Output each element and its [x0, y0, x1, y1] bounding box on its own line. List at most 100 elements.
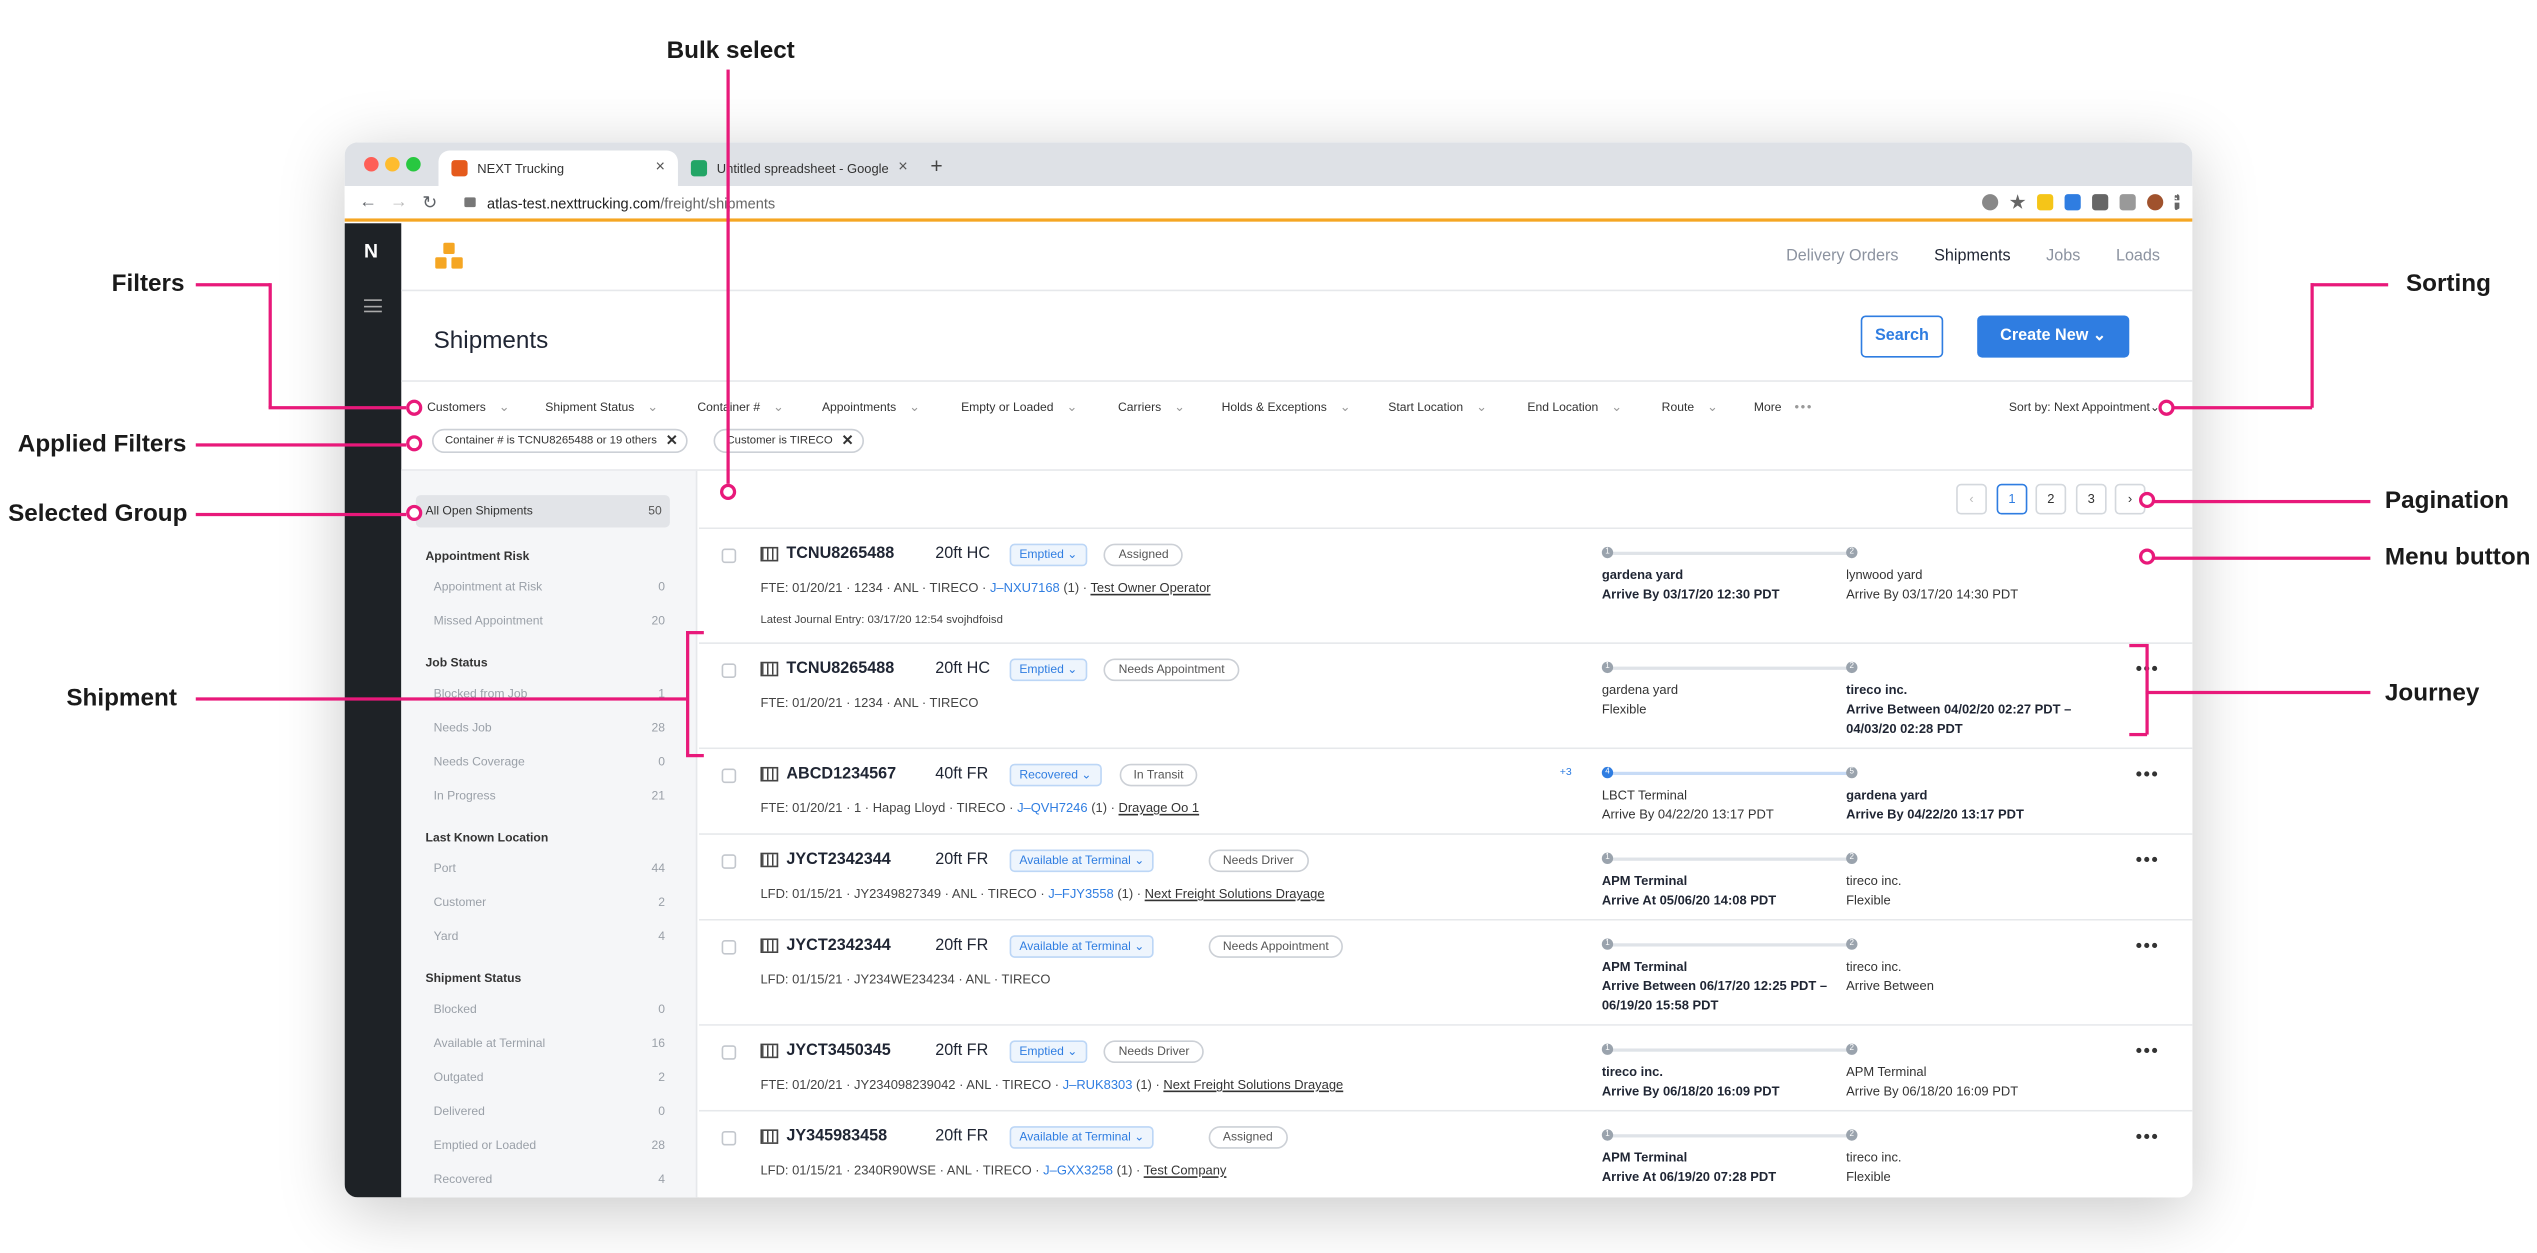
- filter-end-location[interactable]: End Location ⌄: [1527, 400, 1622, 415]
- filter-carriers[interactable]: Carriers ⌄: [1118, 400, 1185, 415]
- puzzle-icon[interactable]: [2092, 194, 2109, 211]
- browser-menu-icon[interactable]: [2174, 194, 2180, 211]
- row-menu-button[interactable]: •••: [2136, 765, 2160, 784]
- row-checkbox[interactable]: [721, 1045, 737, 1060]
- next-logo[interactable]: N: [364, 239, 378, 262]
- key-icon[interactable]: [1982, 194, 1999, 211]
- group-item[interactable]: Needs Job 28: [434, 720, 665, 735]
- search-button[interactable]: Search: [1860, 315, 1944, 358]
- create-new-button[interactable]: Create New ⌄: [1977, 315, 2130, 358]
- carrier-link[interactable]: Drayage Oo 1: [1119, 801, 1200, 816]
- nav-loads[interactable]: Loads: [2116, 248, 2160, 266]
- filter-more[interactable]: More •••: [1754, 400, 1813, 415]
- page-1-button[interactable]: 1: [1996, 483, 2028, 515]
- page-2-button[interactable]: 2: [2035, 483, 2067, 515]
- profile-avatar[interactable]: [2147, 194, 2164, 211]
- shipment-row[interactable]: JYCT2342344 20ft FR Available at Terminal …: [698, 920, 2193, 1026]
- group-item[interactable]: Recovered 4: [434, 1171, 665, 1186]
- job-link[interactable]: J–FJY3558: [1048, 887, 1113, 902]
- carrier-link[interactable]: Test Company: [1144, 1163, 1227, 1178]
- meta-text: LFD: 01/15/21 · JY234WE234234 · ANL · TI…: [760, 972, 1051, 987]
- remove-filter-icon[interactable]: ✕: [666, 430, 678, 451]
- shipment-row[interactable]: TCNU8265488 20ft HC Emptied ⌄ Assigned FTE: …: [698, 529, 2193, 644]
- shipment-row[interactable]: JY345983458 20ft FR Available at Terminal …: [698, 1111, 2193, 1198]
- filter-holds-exceptions[interactable]: Holds & Exceptions ⌄: [1222, 400, 1351, 415]
- job-link[interactable]: J–RUK8303: [1063, 1078, 1133, 1093]
- extension-yellow-icon[interactable]: [2037, 194, 2054, 211]
- job-link[interactable]: J–GXX3258: [1043, 1163, 1113, 1178]
- shipment-row[interactable]: TCNU8265488 20ft HC Emptied ⌄ Needs Appoint…: [698, 643, 2193, 750]
- extension-blue-icon[interactable]: [2064, 194, 2081, 211]
- nav-jobs[interactable]: Jobs: [2046, 248, 2080, 266]
- group-item[interactable]: Customer 2: [434, 895, 665, 910]
- group-item[interactable]: Yard 4: [434, 929, 665, 944]
- row-checkbox[interactable]: [721, 854, 737, 869]
- reading-list-icon[interactable]: [2119, 194, 2136, 211]
- maximize-window-button[interactable]: [406, 156, 421, 172]
- nav-delivery-orders[interactable]: Delivery Orders: [1786, 248, 1898, 266]
- row-checkbox[interactable]: [721, 548, 737, 564]
- group-all-open-shipments[interactable]: All Open Shipments 50: [415, 495, 670, 528]
- group-count: 0: [658, 1001, 665, 1017]
- group-item[interactable]: Needs Coverage 0: [434, 754, 665, 769]
- group-item[interactable]: Delivered 0: [434, 1103, 665, 1118]
- row-menu-button[interactable]: •••: [2136, 851, 2160, 870]
- filter-appointments[interactable]: Appointments ⌄: [822, 400, 920, 415]
- remove-filter-icon[interactable]: ✕: [841, 430, 853, 451]
- carrier-link[interactable]: Test Owner Operator: [1090, 581, 1210, 596]
- status-dropdown[interactable]: Available at Terminal ⌄: [1009, 935, 1155, 958]
- minimize-window-button[interactable]: [385, 156, 400, 172]
- sort-dropdown[interactable]: Sort by: Next Appointment⌄: [2009, 400, 2160, 415]
- nav-shipments[interactable]: Shipments: [1934, 248, 2010, 266]
- filter-start-location[interactable]: Start Location ⌄: [1388, 400, 1487, 415]
- close-tab-icon[interactable]: ×: [898, 159, 907, 177]
- filter-customers[interactable]: Customers ⌄: [427, 400, 509, 415]
- row-checkbox[interactable]: [721, 663, 737, 678]
- extra-stops-badge[interactable]: +3: [1560, 767, 1572, 778]
- status-dropdown[interactable]: Available at Terminal ⌄: [1009, 849, 1155, 873]
- forward-arrow-icon[interactable]: →: [390, 193, 408, 212]
- reload-icon[interactable]: ↻: [422, 193, 437, 213]
- status-dropdown[interactable]: Emptied ⌄: [1009, 658, 1088, 682]
- shipment-row[interactable]: ABCD1234567 40ft FR Recovered ⌄ In Transit F…: [698, 749, 2193, 835]
- group-item[interactable]: Port 44: [434, 861, 665, 876]
- status-dropdown[interactable]: Emptied ⌄: [1009, 1040, 1088, 1064]
- group-item[interactable]: Emptied or Loaded 28: [434, 1137, 665, 1152]
- browser-tab-spreadsheet[interactable]: Untitled spreadsheet - Google ×: [678, 150, 921, 186]
- shipment-row[interactable]: JYCT2342344 20ft FR Available at Terminal …: [698, 834, 2193, 921]
- group-item[interactable]: Available at Terminal 16: [434, 1036, 665, 1051]
- back-arrow-icon[interactable]: ←: [359, 193, 377, 212]
- job-link[interactable]: J–NXU7168: [990, 581, 1060, 596]
- filter-container[interactable]: Container # ⌄: [697, 400, 784, 415]
- job-link[interactable]: J–QVH7246: [1017, 801, 1088, 816]
- group-item[interactable]: Missed Appointment 20: [434, 613, 665, 628]
- row-checkbox[interactable]: [721, 1130, 737, 1146]
- group-item[interactable]: In Progress 21: [434, 788, 665, 803]
- row-menu-button[interactable]: •••: [2136, 937, 2160, 956]
- hamburger-menu-icon[interactable]: [364, 299, 382, 313]
- group-item[interactable]: Appointment at Risk 0: [434, 579, 665, 594]
- bookmark-star-icon[interactable]: [2009, 194, 2026, 209]
- close-tab-icon[interactable]: ×: [656, 159, 665, 177]
- status-dropdown[interactable]: Available at Terminal ⌄: [1009, 1126, 1155, 1149]
- group-item[interactable]: Blocked 0: [434, 1002, 665, 1017]
- filter-empty-or-loaded[interactable]: Empty or Loaded ⌄: [961, 400, 1077, 415]
- row-menu-button[interactable]: •••: [2136, 1042, 2160, 1061]
- carrier-link[interactable]: Next Freight Solutions Drayage: [1145, 887, 1325, 902]
- new-tab-button[interactable]: +: [930, 154, 942, 178]
- shipment-row[interactable]: JYCT3450345 20ft FR Emptied ⌄ Needs Driver F…: [698, 1025, 2193, 1112]
- status-dropdown[interactable]: Emptied ⌄: [1009, 543, 1088, 567]
- browser-tab-next-trucking[interactable]: NEXT Trucking ×: [438, 150, 678, 187]
- prev-page-button[interactable]: ‹: [1956, 483, 1987, 515]
- status-dropdown[interactable]: Recovered ⌄: [1009, 763, 1102, 787]
- row-menu-button[interactable]: •••: [2136, 1128, 2160, 1147]
- close-window-button[interactable]: [364, 156, 379, 172]
- filter-shipment-status[interactable]: Shipment Status ⌄: [545, 400, 658, 415]
- filter-route[interactable]: Route ⌄: [1662, 400, 1718, 415]
- page-3-button[interactable]: 3: [2075, 483, 2107, 515]
- url-field[interactable]: atlas-test.nexttrucking.com/freight/ship…: [458, 189, 2076, 218]
- carrier-link[interactable]: Next Freight Solutions Drayage: [1163, 1078, 1343, 1093]
- row-checkbox[interactable]: [721, 768, 737, 784]
- row-checkbox[interactable]: [721, 940, 737, 955]
- group-item[interactable]: Outgated 2: [434, 1069, 665, 1084]
